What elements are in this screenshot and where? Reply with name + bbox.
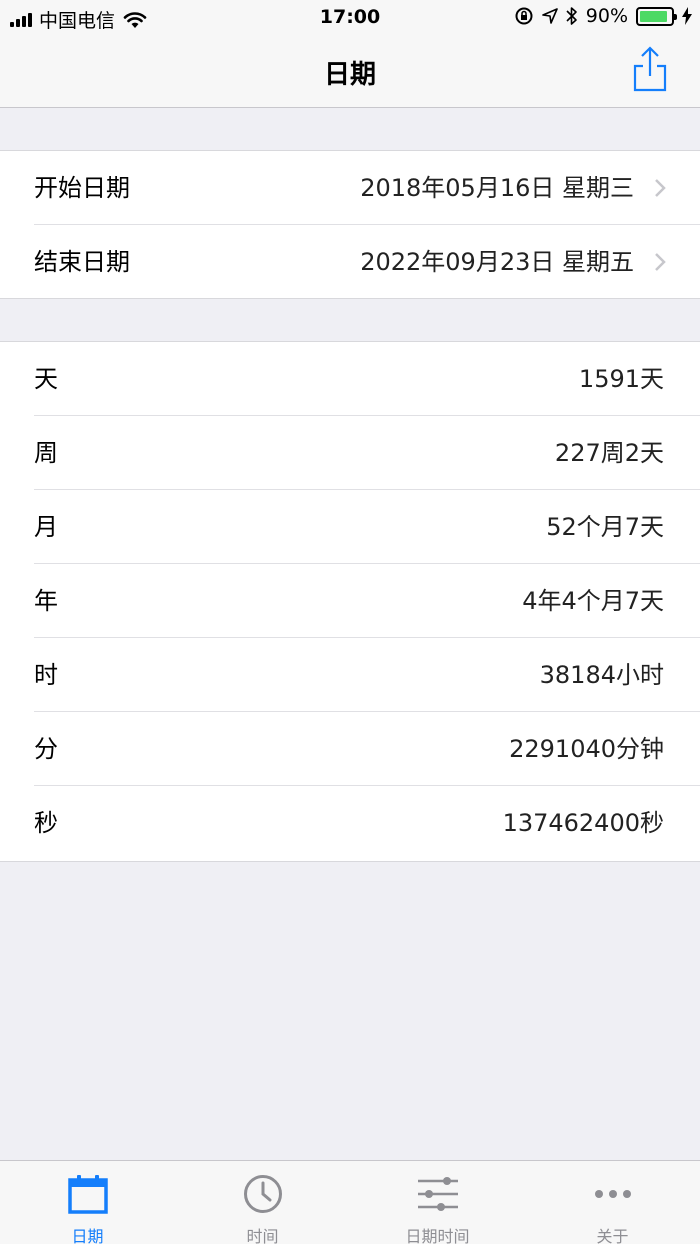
- result-row-minutes: 分 2291040分钟: [0, 712, 700, 786]
- carrier-name: 中国电信: [39, 10, 116, 32]
- result-row-years: 年 4年4个月7天: [0, 564, 700, 638]
- tab-label: 时间: [246, 1227, 279, 1244]
- battery-icon: [636, 6, 677, 26]
- tab-time[interactable]: 时间: [175, 1161, 350, 1244]
- result-row-weeks: 周 227周2天: [0, 416, 700, 490]
- result-label: 周: [34, 439, 58, 467]
- result-value: 2291040分钟: [509, 735, 664, 763]
- more-icon: [595, 1190, 631, 1198]
- end-date-value: 2022年09月23日 星期五: [360, 248, 634, 276]
- share-icon[interactable]: [630, 44, 670, 96]
- date-range-group: 开始日期 2018年05月16日 星期三 结束日期 2022年09月23日 星期…: [0, 150, 700, 299]
- result-label: 月: [34, 513, 58, 541]
- status-bar: 中国电信 17:00 90%: [0, 0, 700, 36]
- sliders-icon: [418, 1177, 458, 1211]
- result-value: 1591天: [578, 365, 664, 393]
- charging-icon: [682, 7, 692, 25]
- tab-about[interactable]: 关于: [525, 1161, 700, 1244]
- result-value: 52个月7天: [546, 513, 664, 541]
- result-label: 天: [34, 365, 58, 393]
- result-row-months: 月 52个月7天: [0, 490, 700, 564]
- tab-date[interactable]: 日期: [0, 1161, 175, 1244]
- location-icon: [541, 8, 558, 24]
- result-value: 4年4个月7天: [522, 587, 664, 615]
- tab-bar: 日期 时间 日期时间 关于: [0, 1160, 700, 1244]
- result-label: 秒: [34, 809, 58, 837]
- result-label: 年: [34, 587, 58, 615]
- result-value: 137462400秒: [502, 809, 664, 837]
- chevron-right-icon: [655, 179, 666, 197]
- tab-label: 日期时间: [405, 1227, 470, 1244]
- signal-icon: [10, 12, 32, 27]
- battery-percent: 90%: [585, 5, 628, 27]
- chevron-right-icon: [655, 253, 666, 271]
- status-right: 90%: [514, 5, 692, 27]
- results-group: 天 1591天 周 227周2天 月 52个月7天 年 4年4个月7天 时 38…: [0, 341, 700, 862]
- result-row-seconds: 秒 137462400秒: [0, 786, 700, 860]
- clock-icon: [244, 1175, 282, 1213]
- start-date-value: 2018年05月16日 星期三: [360, 174, 634, 202]
- bluetooth-icon: [566, 7, 577, 25]
- calendar-icon: [68, 1175, 108, 1214]
- navigation-bar: 日期: [0, 36, 700, 108]
- wifi-icon: [123, 11, 147, 28]
- result-row-days: 天 1591天: [0, 342, 700, 416]
- tab-label: 关于: [596, 1227, 629, 1244]
- page-title: 日期: [323, 60, 376, 90]
- tab-datetime[interactable]: 日期时间: [350, 1161, 525, 1244]
- result-label: 分: [34, 735, 58, 763]
- start-date-row[interactable]: 开始日期 2018年05月16日 星期三: [0, 151, 700, 225]
- tab-label: 日期: [71, 1227, 104, 1244]
- start-date-label: 开始日期: [34, 174, 130, 202]
- status-left: 中国电信: [10, 6, 147, 33]
- result-label: 时: [34, 661, 58, 689]
- end-date-label: 结束日期: [34, 248, 130, 276]
- result-row-hours: 时 38184小时: [0, 638, 700, 712]
- orientation-lock-icon: [515, 7, 533, 25]
- result-value: 38184小时: [539, 661, 664, 689]
- end-date-row[interactable]: 结束日期 2022年09月23日 星期五: [0, 225, 700, 299]
- result-value: 227周2天: [554, 439, 664, 467]
